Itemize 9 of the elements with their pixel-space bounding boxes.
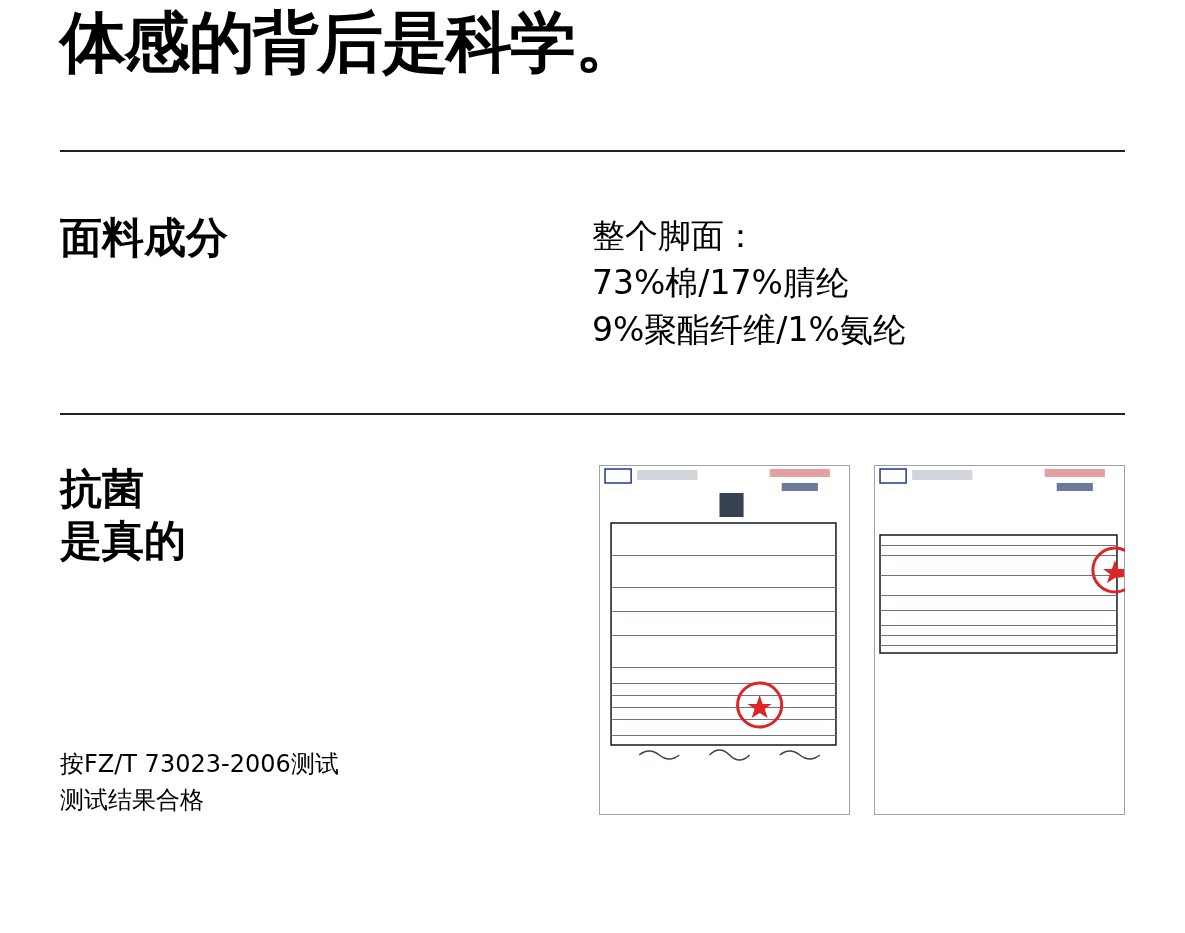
composition-line: 9%聚酯纤维/1%氨纶	[592, 309, 906, 351]
section-heading: 面料成分	[60, 212, 229, 264]
section-heading: 是真的	[60, 515, 187, 567]
test-note: 测试结果合格	[60, 785, 205, 816]
section-heading: 抗菌	[60, 463, 145, 515]
page-title: 体感的背后是科学。	[60, 3, 641, 83]
test-note: 按FZ/T 73023-2006测试	[60, 749, 340, 780]
composition-line: 整个脚面：	[592, 215, 758, 257]
composition-line: 73%棉/17%腈纶	[592, 262, 850, 304]
